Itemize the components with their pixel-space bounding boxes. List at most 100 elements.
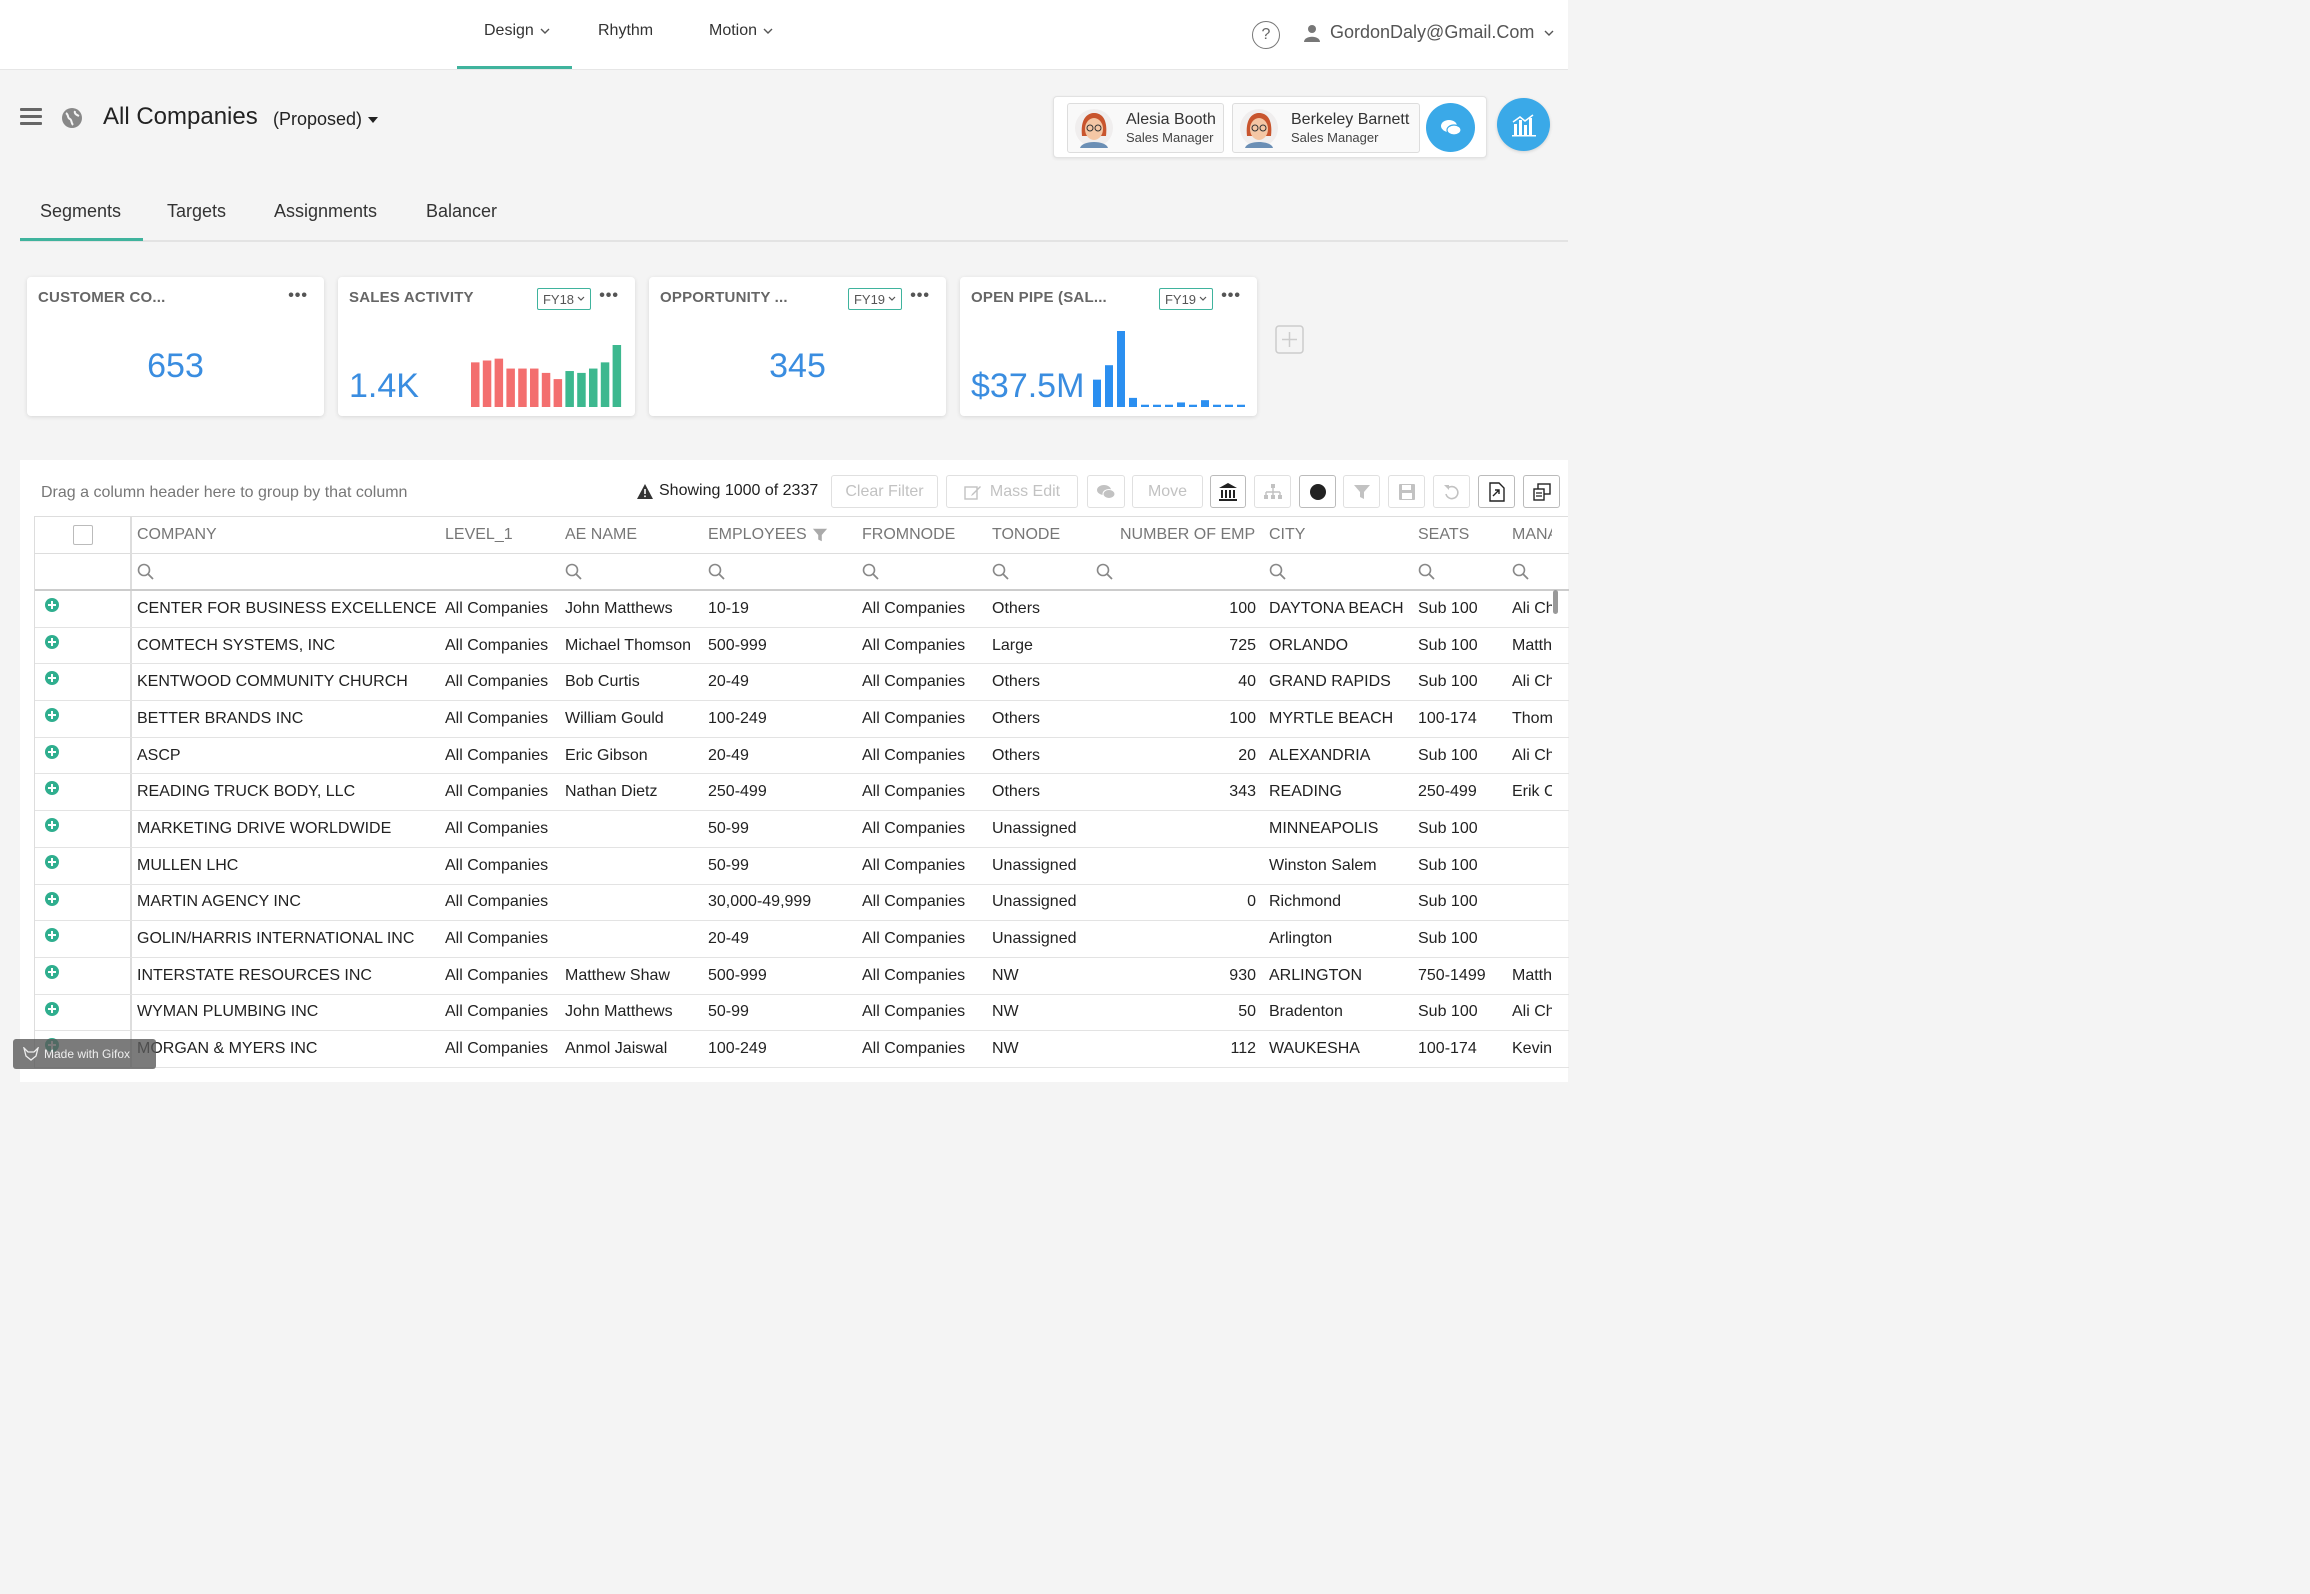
more-options-icon[interactable]: •••: [910, 287, 930, 305]
search-icon[interactable]: [137, 554, 155, 589]
comments-button[interactable]: [1087, 475, 1125, 508]
expand-row-icon[interactable]: [45, 634, 59, 649]
add-card-icon[interactable]: [1275, 325, 1304, 354]
hierarchy-button[interactable]: [1254, 475, 1291, 508]
plan-status-dropdown[interactable]: (Proposed): [273, 109, 379, 130]
expand-row-icon[interactable]: [45, 854, 59, 869]
manager-card[interactable]: Berkeley Barnett Sales Manager: [1232, 103, 1420, 153]
cell-manager: [1512, 848, 1552, 884]
expand-row-icon[interactable]: [45, 964, 59, 979]
table-row[interactable]: CENTER FOR BUSINESS EXCELLENCE All Compan…: [35, 591, 1569, 628]
column-header-city[interactable]: CITY: [1269, 517, 1414, 553]
table-scrollbar[interactable]: [1553, 590, 1558, 614]
save-button[interactable]: [1388, 475, 1425, 508]
expand-row-icon[interactable]: [45, 671, 59, 686]
table-row[interactable]: MARTIN AGENCY INC All Companies 30,000-49,…: [35, 884, 1569, 922]
column-header-ae-name[interactable]: AE NAME: [565, 517, 700, 553]
hamburger-menu-icon[interactable]: [20, 108, 42, 126]
record-button[interactable]: [1299, 475, 1336, 508]
nav-motion[interactable]: Motion: [709, 22, 773, 40]
search-icon[interactable]: [1512, 554, 1530, 589]
cell-level-1: All Companies: [445, 893, 549, 911]
expand-row-icon[interactable]: [45, 744, 59, 759]
nav-design[interactable]: Design: [484, 22, 550, 40]
undo-button[interactable]: [1433, 475, 1470, 508]
fiscal-year-dropdown[interactable]: FY18: [537, 288, 591, 310]
mass-edit-button[interactable]: Mass Edit: [946, 475, 1078, 508]
tab-balancer[interactable]: Balancer: [426, 201, 497, 222]
tab-targets[interactable]: Targets: [167, 201, 226, 222]
user-icon: [1304, 24, 1320, 42]
column-header-tonode[interactable]: TONODE: [992, 517, 1112, 553]
manager-card[interactable]: Alesia Booth Sales Manager: [1067, 103, 1224, 153]
expand-row-icon[interactable]: [45, 598, 59, 612]
tab-segments[interactable]: Segments: [40, 201, 121, 222]
table-row[interactable]: MARKETING DRIVE WORLDWIDE All Companies 50…: [35, 811, 1569, 848]
expand-row-icon[interactable]: [45, 1001, 59, 1016]
move-button[interactable]: Move: [1132, 475, 1203, 508]
search-icon[interactable]: [862, 554, 880, 589]
clear-filter-button[interactable]: Clear Filter: [831, 475, 938, 508]
expand-row-icon[interactable]: [45, 818, 59, 833]
filter-button[interactable]: [1343, 475, 1380, 508]
search-icon[interactable]: [1096, 554, 1114, 589]
table-row[interactable]: COMTECH SYSTEMS, INC All Companies Michael…: [35, 627, 1569, 665]
column-header-manager[interactable]: MANA: [1512, 517, 1552, 553]
cell-number-of-emp: 100: [1229, 599, 1256, 617]
chat-button[interactable]: [1426, 103, 1475, 152]
institution-button[interactable]: [1210, 475, 1246, 508]
table-row[interactable]: GOLIN/HARRIS INTERNATIONAL INC All Compan…: [35, 921, 1569, 958]
cell-number-of-emp: [1120, 848, 1256, 884]
more-options-icon[interactable]: •••: [1221, 287, 1241, 305]
table-row[interactable]: MORGAN & MYERS INC All Companies Anmol Jai…: [35, 1031, 1569, 1068]
expand-row-icon[interactable]: [45, 928, 59, 943]
watermark: Made with Gifox: [13, 1039, 156, 1069]
fiscal-year-dropdown[interactable]: FY19: [1159, 288, 1213, 310]
group-by-drop-zone[interactable]: Drag a column header here to group by th…: [41, 484, 407, 502]
hierarchy-icon: [1263, 483, 1282, 499]
select-all-checkbox[interactable]: [73, 517, 113, 553]
sparkline-bar: [553, 379, 563, 407]
column-header-employees[interactable]: EMPLOYEES: [708, 517, 858, 553]
table-row[interactable]: INTERSTATE RESOURCES INC All Companies Mat…: [35, 957, 1569, 995]
table-row[interactable]: WYMAN PLUMBING INC All Companies John Matt…: [35, 994, 1569, 1032]
column-header-level-1[interactable]: LEVEL_1: [445, 517, 555, 553]
globe-icon[interactable]: [61, 107, 83, 129]
search-icon[interactable]: [1418, 554, 1436, 589]
search-icon[interactable]: [565, 554, 583, 589]
search-icon[interactable]: [992, 554, 1010, 589]
export-button[interactable]: [1478, 475, 1515, 508]
column-header-fromnode[interactable]: FROMNODE: [862, 517, 987, 553]
nav-rhythm[interactable]: Rhythm: [598, 22, 653, 40]
user-menu[interactable]: GordonDaly@Gmail.Com: [1304, 22, 1554, 43]
column-header-company[interactable]: COMPANY: [137, 517, 437, 553]
column-header-seats[interactable]: SEATS: [1418, 517, 1506, 553]
help-icon[interactable]: ?: [1252, 21, 1280, 49]
fiscal-year-dropdown[interactable]: FY19: [848, 288, 902, 310]
analytics-button[interactable]: [1497, 98, 1550, 151]
more-options-icon[interactable]: •••: [288, 287, 308, 305]
table-row[interactable]: KENTWOOD COMMUNITY CHURCH All Companies Bo…: [35, 664, 1569, 702]
cell-manager: Matth: [1512, 966, 1552, 984]
columns-icon: [1532, 482, 1551, 501]
more-options-icon[interactable]: •••: [599, 287, 619, 305]
tab-assignments[interactable]: Assignments: [274, 201, 377, 222]
search-icon[interactable]: [708, 554, 726, 589]
expand-row-icon[interactable]: [45, 781, 59, 796]
column-header-number-of-emp[interactable]: NUMBER OF EMP: [1120, 517, 1260, 553]
filter-icon[interactable]: [812, 527, 828, 543]
table-row[interactable]: READING TRUCK BODY, LLC All Companies Nath…: [35, 774, 1569, 812]
cell-number-of-emp: [1120, 811, 1256, 847]
cell-ae-name: Bob Curtis: [565, 673, 640, 691]
table-row[interactable]: MULLEN LHC All Companies 50-99 All Companie…: [35, 847, 1569, 885]
expand-row-icon[interactable]: [45, 708, 59, 723]
cell-city: MYRTLE BEACH: [1269, 709, 1394, 727]
cell-employees: 500-999: [708, 966, 767, 984]
edit-icon: [964, 485, 981, 500]
search-icon[interactable]: [1269, 554, 1287, 589]
table-row[interactable]: BETTER BRANDS INC All Companies William Go…: [35, 701, 1569, 738]
expand-row-icon[interactable]: [45, 891, 59, 906]
table-row[interactable]: ASCP All Companies Eric Gibson 20-49 All Com…: [35, 737, 1569, 775]
metric-value: $37.5M: [971, 367, 1085, 405]
columns-button[interactable]: [1523, 475, 1560, 508]
